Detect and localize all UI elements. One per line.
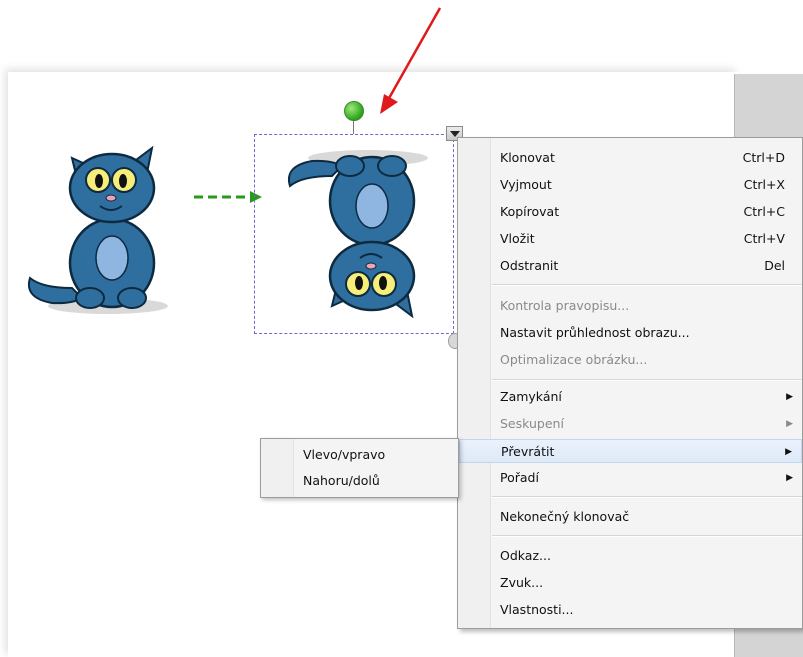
menu-item-vyjmout[interactable]: Vyjmout Ctrl+X (458, 173, 803, 197)
menu-item-label: Klonovat (500, 150, 555, 165)
menu-item-label: Odkaz... (500, 548, 551, 563)
menu-item-nekonecny-klonovac[interactable]: Nekonečný klonovač (458, 505, 803, 529)
cat-image-original[interactable] (22, 138, 182, 318)
annotation-arrow (380, 7, 442, 114)
submenu-arrow-icon: ▶ (786, 392, 793, 402)
menu-item-nahoru-dolu[interactable]: Nahoru/dolů (261, 469, 458, 493)
menu-item-prevratit[interactable]: Převrátit ▶ (459, 439, 802, 463)
menu-item-label: Vlastnosti... (500, 602, 574, 617)
menu-item-shortcut: Del (764, 258, 785, 273)
menu-item-shortcut: Ctrl+C (743, 204, 785, 219)
menu-item-optimalizace-obrazku[interactable]: Optimalizace obrázku... (458, 348, 803, 372)
menu-item-klonovat[interactable]: Klonovat Ctrl+D (458, 146, 803, 170)
menu-item-label: Zvuk... (500, 575, 544, 590)
menu-item-shortcut: Ctrl+X (743, 177, 785, 192)
menu-separator (492, 496, 802, 498)
menu-item-kopirovat[interactable]: Kopírovat Ctrl+C (458, 200, 803, 224)
menu-item-label: Zamykání (500, 389, 562, 404)
menu-item-label: Nekonečný klonovač (500, 509, 630, 524)
menu-item-nastavit-pruhlednost[interactable]: Nastavit průhlednost obrazu... (458, 321, 803, 345)
menu-separator (492, 379, 802, 381)
menu-item-poradi[interactable]: Pořadí ▶ (458, 466, 803, 490)
context-menu: Klonovat Ctrl+D Vyjmout Ctrl+X Kopírovat… (457, 137, 803, 629)
submenu-arrow-icon: ▶ (785, 447, 792, 457)
menu-item-zamykani[interactable]: Zamykání ▶ (458, 385, 803, 409)
menu-item-label: Vložit (500, 231, 535, 246)
menu-item-odstranit[interactable]: Odstranit Del (458, 254, 803, 278)
menu-item-label: Nastavit průhlednost obrazu... (500, 325, 690, 340)
menu-item-label: Odstranit (500, 258, 559, 273)
rotation-handle-icon[interactable] (344, 101, 364, 121)
menu-item-seskupeni[interactable]: Seskupení ▶ (458, 412, 803, 436)
menu-item-label: Kontrola pravopisu... (500, 298, 630, 313)
menu-item-label: Vlevo/vpravo (303, 447, 386, 462)
menu-item-label: Pořadí (500, 470, 539, 485)
menu-item-zvuk[interactable]: Zvuk... (458, 571, 803, 595)
menu-item-label: Kopírovat (500, 204, 560, 219)
menu-item-label: Vyjmout (500, 177, 552, 192)
cat-image-flipped[interactable] (282, 146, 442, 326)
menu-item-shortcut: Ctrl+D (742, 150, 785, 165)
menu-item-kontrola-pravopisu[interactable]: Kontrola pravopisu... (458, 294, 803, 318)
submenu-arrow-icon: ▶ (786, 473, 793, 483)
submenu-arrow-icon: ▶ (786, 419, 793, 429)
menu-item-label: Seskupení (500, 416, 564, 431)
submenu-prevratit: Vlevo/vpravo Nahoru/dolů (260, 438, 459, 498)
menu-item-vlastnosti[interactable]: Vlastnosti... (458, 598, 803, 622)
menu-item-label: Optimalizace obrázku... (500, 352, 648, 367)
menu-item-vlevo-vpravo[interactable]: Vlevo/vpravo (261, 443, 458, 467)
menu-item-label: Nahoru/dolů (303, 473, 380, 488)
menu-item-shortcut: Ctrl+V (743, 231, 785, 246)
menu-separator (492, 284, 802, 286)
menu-separator (492, 535, 802, 537)
menu-item-odkaz[interactable]: Odkaz... (458, 544, 803, 568)
menu-item-vlozit[interactable]: Vložit Ctrl+V (458, 227, 803, 251)
menu-item-label: Převrátit (501, 444, 555, 459)
